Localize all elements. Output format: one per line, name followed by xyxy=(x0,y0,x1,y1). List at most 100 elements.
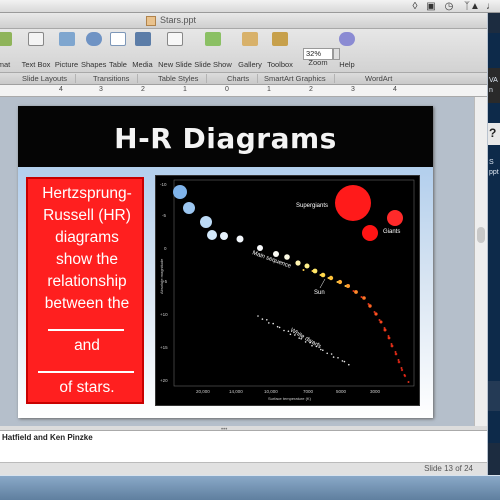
star-marker xyxy=(373,311,376,313)
slide-editing-area[interactable]: H-R Diagrams Hertzsprung- Russell (HR) d… xyxy=(0,97,487,426)
media-icon xyxy=(134,32,151,46)
gallery-label: Gallery xyxy=(238,60,262,69)
hr-diagram-image[interactable]: -10 -5 0 +5 +10 +15 +20 Absolute magnitu… xyxy=(155,175,420,406)
text-line: diagrams xyxy=(55,229,119,246)
text-box-red[interactable]: Hertzsprung- Russell (HR) diagrams show … xyxy=(26,177,144,404)
powerpoint-window: Stars.ppt mat Text Box Picture Shapes Ta… xyxy=(0,13,487,475)
star-marker xyxy=(278,326,281,329)
star-markers xyxy=(173,185,410,383)
vertical-scrollbar[interactable] xyxy=(474,97,487,426)
wifi-icon[interactable]: ▲ xyxy=(470,1,480,12)
help-button[interactable]: Help xyxy=(336,32,358,70)
x-tick: 3000 xyxy=(370,389,381,394)
menu-bar: ◊ ▣ ◷ ᛉ ▲ ♩ xyxy=(0,0,500,13)
table-button[interactable]: Table xyxy=(107,32,129,70)
star-marker xyxy=(295,260,301,266)
picture-label: Picture xyxy=(54,60,79,69)
gallery-button[interactable]: Gallery xyxy=(237,32,263,70)
star-marker xyxy=(173,185,187,199)
dropbox-icon[interactable]: ◊ xyxy=(410,1,420,12)
star-marker xyxy=(383,327,386,329)
tab-slide-layouts[interactable]: Slide Layouts xyxy=(22,74,77,83)
toolbar: mat Text Box Picture Shapes Table Media … xyxy=(0,29,487,73)
star-marker xyxy=(403,374,406,376)
background-window-edge[interactable]: VA n ? S ppt xyxy=(488,13,500,475)
star-marker xyxy=(397,360,401,364)
blank-line-1 xyxy=(48,329,124,331)
star-marker xyxy=(362,296,366,300)
x-tick: 5000 xyxy=(336,389,347,394)
title-bar[interactable]: Stars.ppt xyxy=(0,13,487,29)
star-marker xyxy=(397,359,400,361)
edge-text: n xyxy=(489,87,493,94)
edge-block xyxy=(488,13,500,33)
volume-icon[interactable]: ♩ xyxy=(486,1,496,12)
tab-charts[interactable]: Charts xyxy=(227,74,259,83)
y-tick: -5 xyxy=(162,213,166,218)
ruler-number: 2 xyxy=(141,86,145,93)
dock[interactable] xyxy=(0,475,500,500)
x-tick: 20,000 xyxy=(196,389,210,394)
slide-title[interactable]: H-R Diagrams xyxy=(18,122,433,155)
y-tick: +20 xyxy=(160,378,168,383)
media-button[interactable]: Media xyxy=(130,32,155,70)
star-marker xyxy=(276,325,279,328)
star-marker xyxy=(272,322,274,325)
notes-pane[interactable]: Hatfield and Ken Pinzke xyxy=(0,431,487,463)
toolbox-label: Toolbox xyxy=(267,60,293,69)
label-sun: Sun xyxy=(314,290,325,296)
shapes-button[interactable]: Shapes xyxy=(81,32,106,70)
star-marker xyxy=(400,368,404,372)
star-marker xyxy=(261,318,264,320)
text-box-button[interactable]: Text Box xyxy=(20,32,52,70)
star-marker xyxy=(200,216,212,228)
star-marker xyxy=(379,320,383,324)
text-box-icon xyxy=(28,32,44,46)
shapes-label: Shapes xyxy=(81,60,107,69)
screen-icon[interactable]: ▣ xyxy=(426,1,436,12)
toolbox-icon xyxy=(272,32,288,46)
star-marker xyxy=(387,336,391,340)
edge-block xyxy=(488,443,500,475)
clock-icon[interactable]: ◷ xyxy=(444,1,454,12)
format-button[interactable]: mat xyxy=(0,32,16,70)
new-slide-label: New Slide xyxy=(158,60,192,69)
tab-smartart-graphics[interactable]: SmartArt Graphics xyxy=(264,74,335,83)
y-tick: 0 xyxy=(164,246,167,251)
slide-show-button[interactable]: Slide Show xyxy=(194,32,232,70)
star-marker xyxy=(332,356,335,358)
tab-wordart[interactable]: WordArt xyxy=(365,74,400,83)
slide[interactable]: H-R Diagrams Hertzsprung- Russell (HR) d… xyxy=(18,106,433,418)
label-giants: Giants xyxy=(383,229,400,235)
text-line: between the xyxy=(44,295,130,312)
ruler-number: 4 xyxy=(59,86,63,93)
star-marker xyxy=(266,319,268,321)
new-slide-button[interactable]: New Slide xyxy=(158,32,192,70)
edge-text: ? xyxy=(489,126,497,140)
star-marker xyxy=(390,344,394,348)
star-marker xyxy=(390,343,393,345)
horizontal-ruler[interactable]: 4 3 2 1 0 1 2 3 4 xyxy=(0,85,487,97)
zoom-label-wrap: Zoom xyxy=(303,58,333,68)
tab-table-styles[interactable]: Table Styles xyxy=(158,74,208,83)
star-marker xyxy=(326,352,328,355)
star-marker xyxy=(352,290,355,292)
x-tick: 7000 xyxy=(303,389,314,394)
tab-transitions[interactable]: Transitions xyxy=(93,74,139,83)
star-marker xyxy=(220,232,228,240)
toolbox-button[interactable]: Toolbox xyxy=(266,32,294,70)
ruler-number: 2 xyxy=(309,86,313,93)
scroll-thumb[interactable] xyxy=(477,227,485,243)
star-marker xyxy=(236,235,244,243)
picture-button[interactable]: Picture xyxy=(53,32,80,70)
status-bar: Slide 13 of 24 xyxy=(0,463,487,475)
sun-pointer xyxy=(319,278,326,289)
star-marker xyxy=(362,225,378,241)
edge-text: VA xyxy=(489,77,498,84)
help-label: Help xyxy=(339,60,355,69)
star-marker xyxy=(387,335,390,337)
format-label: mat xyxy=(0,60,11,69)
star-marker xyxy=(257,315,259,317)
text-line: relationship xyxy=(47,273,127,290)
star-marker xyxy=(336,281,339,283)
